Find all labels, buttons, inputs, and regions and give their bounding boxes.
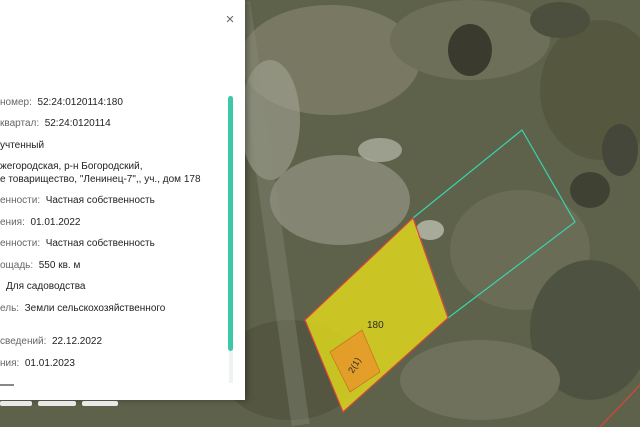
address-value-1: жегородская, р-н Богородский, bbox=[0, 161, 143, 172]
row-label: ения: bbox=[0, 217, 25, 228]
bottom-tab-1[interactable] bbox=[0, 401, 32, 406]
land-category-row: ель: Земли сельскохозяйственного bbox=[0, 303, 165, 314]
row-label: ель: bbox=[0, 303, 20, 314]
address-value-2: е товарищество, "Ленинец-7",, уч., дом 1… bbox=[0, 174, 201, 185]
row-label: ния: bbox=[0, 358, 20, 369]
cadastral-number-value[interactable]: 52:24:0120114:180 bbox=[37, 97, 122, 108]
bottom-tab-3[interactable] bbox=[82, 401, 118, 406]
row-label: сведений: bbox=[0, 336, 47, 347]
update-date-row: ения: 01.01.2022 bbox=[0, 217, 81, 228]
ownership-form-row: енности: Частная собственность bbox=[0, 195, 155, 206]
ownership-form-value: Частная собственность bbox=[45, 195, 155, 206]
land-category-value: Земли сельскохозяйственного bbox=[24, 303, 166, 314]
address-line-2: е товарищество, "Ленинец-7",, уч., дом 1… bbox=[0, 174, 201, 185]
ownership-value: Частная собственность bbox=[45, 238, 155, 249]
usage-value: Для садоводства bbox=[6, 281, 86, 292]
truncated-row bbox=[0, 378, 20, 386]
row-label: енности: bbox=[0, 195, 41, 206]
scrollbar-thumb[interactable] bbox=[228, 96, 233, 351]
cadastral-quarter-value[interactable]: 52:24:0120114 bbox=[45, 118, 111, 129]
close-icon[interactable]: × bbox=[222, 11, 238, 29]
row-label: номер: bbox=[0, 97, 32, 108]
cadastral-number-row: номер: 52:24:0120114:180 bbox=[0, 97, 123, 108]
row-label: ощадь: bbox=[0, 260, 34, 271]
address-line-1: жегородская, р-н Богородский, bbox=[0, 161, 142, 172]
usage-row: Для садоводства bbox=[0, 281, 85, 292]
status-row: учтенный bbox=[0, 140, 44, 151]
valuation-date-value: 01.01.2023 bbox=[24, 358, 75, 369]
row-label: квартал: bbox=[0, 118, 40, 129]
area-value: 550 кв. м bbox=[38, 260, 81, 271]
info-panel: × номер: 52:24:0120114:180 квартал: 52:2… bbox=[0, 0, 245, 400]
valuation-date-row: ния: 01.01.2023 bbox=[0, 358, 75, 369]
row-label: енности: bbox=[0, 238, 41, 249]
status-value: учтенный bbox=[0, 140, 45, 151]
parcel-number-label: 180 bbox=[367, 320, 384, 331]
bottom-tab-2[interactable] bbox=[38, 401, 76, 406]
update-date-value: 01.01.2022 bbox=[30, 217, 81, 228]
info-date-value: 22.12.2022 bbox=[51, 336, 103, 347]
cadastral-quarter-row: квартал: 52:24:0120114 bbox=[0, 118, 111, 129]
area-row: ощадь: 550 кв. м bbox=[0, 260, 80, 271]
info-date-row: сведений: 22.12.2022 bbox=[0, 336, 102, 347]
ownership-row: енности: Частная собственность bbox=[0, 238, 155, 249]
